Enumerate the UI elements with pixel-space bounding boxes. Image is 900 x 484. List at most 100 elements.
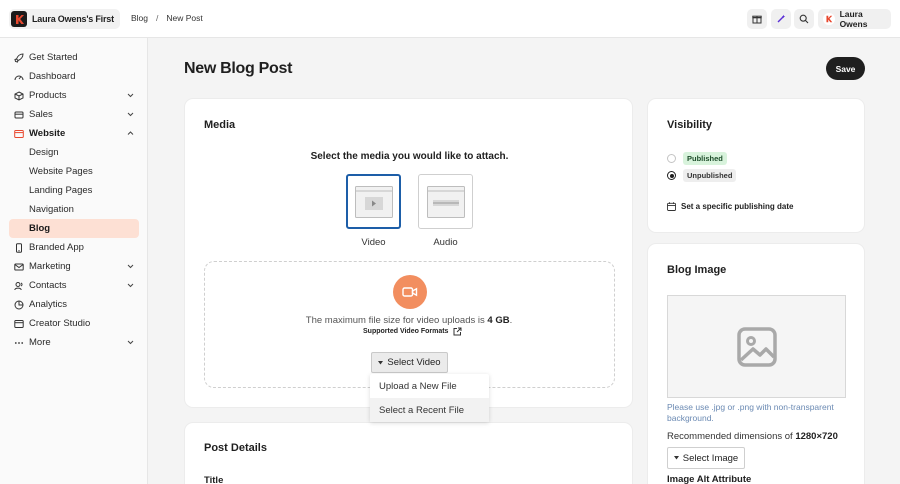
external-link-icon xyxy=(453,327,462,336)
sidebar-item-landing-pages[interactable]: Landing Pages xyxy=(9,181,139,200)
sidebar-item-dashboard[interactable]: Dashboard xyxy=(9,67,139,86)
chevron-down-icon xyxy=(127,93,134,98)
calendar-icon xyxy=(667,202,676,211)
max-size-suffix: . xyxy=(509,315,513,326)
sidebar-item-website[interactable]: Website xyxy=(9,124,139,143)
chevron-down-icon xyxy=(127,340,134,345)
brand-name: Laura Owens's First xyxy=(32,14,114,24)
top-bar: Laura Owens's First Blog / New Post Laur… xyxy=(0,0,900,38)
mail-icon xyxy=(14,262,24,272)
select-image-button[interactable]: Select Image xyxy=(667,447,745,469)
post-details-card: Post Details Title xyxy=(184,422,633,484)
sidebar-item-blog[interactable]: Blog xyxy=(9,219,139,238)
sidebar-item-design[interactable]: Design xyxy=(9,143,139,162)
sidebar-item-label: Branded App xyxy=(29,242,84,253)
video-dropzone[interactable]: The maximum file size for video uploads … xyxy=(204,261,615,388)
search-button[interactable] xyxy=(794,9,814,29)
blog-image-title: Blog Image xyxy=(667,264,727,276)
sidebar-item-label: Navigation xyxy=(29,204,74,215)
video-type-option[interactable] xyxy=(346,174,401,229)
sidebar-item-sales[interactable]: Sales xyxy=(9,105,139,124)
max-file-size-text: The maximum file size for video uploads … xyxy=(205,315,613,326)
recommended-dimensions: Recommended dimensions of 1280×720 xyxy=(667,431,838,442)
save-button[interactable]: Save xyxy=(826,57,865,80)
magic-wand-button[interactable] xyxy=(771,9,791,29)
sidebar-item-label: Blog xyxy=(29,223,51,234)
post-details-title: Post Details xyxy=(204,442,267,454)
dashboard-icon xyxy=(14,72,24,82)
user-name: Laura Owens xyxy=(839,9,868,29)
video-window-icon xyxy=(354,185,393,218)
box-icon xyxy=(14,90,24,101)
supported-formats-link[interactable]: Supported Video Formats xyxy=(363,327,462,336)
blog-image-card: Blog Image Please use .jpg or .png with … xyxy=(647,243,865,484)
sidebar-item-label: Website xyxy=(29,128,66,139)
sidebar-item-branded-app[interactable]: Branded App xyxy=(9,238,139,257)
published-badge: Published xyxy=(683,152,727,165)
sidebar-item-label: Get Started xyxy=(29,52,78,63)
sidebar: Get Started Dashboard Products Sales Web… xyxy=(0,38,148,484)
user-logo-icon xyxy=(826,15,833,23)
breadcrumb-separator: / xyxy=(156,13,159,23)
visibility-title: Visibility xyxy=(667,119,713,131)
audio-type-option[interactable] xyxy=(418,174,473,229)
set-publishing-date-link[interactable]: Set a specific publishing date xyxy=(667,202,793,211)
supported-formats-label: Supported Video Formats xyxy=(363,328,449,335)
website-icon xyxy=(14,129,24,139)
visibility-card: Visibility Published Unpublished Set a s… xyxy=(647,98,865,233)
breadcrumb-blog-link[interactable]: Blog xyxy=(131,13,148,23)
max-size-value: 4 GB xyxy=(487,315,510,326)
phone-icon xyxy=(14,242,24,253)
select-video-button[interactable]: Select Video xyxy=(371,352,448,373)
video-type-label: Video xyxy=(361,237,386,248)
image-placeholder-icon xyxy=(736,326,777,367)
sidebar-item-marketing[interactable]: Marketing xyxy=(9,257,139,276)
media-card: Media Select the media you would like to… xyxy=(184,98,633,408)
brand-switcher[interactable]: Laura Owens's First xyxy=(9,9,120,29)
gift-button[interactable] xyxy=(747,9,767,29)
sidebar-item-analytics[interactable]: Analytics xyxy=(9,295,139,314)
blog-image-placeholder[interactable] xyxy=(667,295,846,398)
unpublished-radio[interactable] xyxy=(667,171,676,180)
brand-logo-icon xyxy=(11,11,27,27)
sidebar-item-label: Dashboard xyxy=(29,71,76,82)
sales-icon xyxy=(14,110,24,120)
sidebar-item-label: Contacts xyxy=(29,280,67,291)
published-radio[interactable] xyxy=(667,154,676,163)
caret-down-icon xyxy=(378,360,384,364)
user-menu-button[interactable]: Laura Owens xyxy=(818,9,891,29)
page-title: New Blog Post xyxy=(184,60,293,77)
breadcrumb-current: New Post xyxy=(166,13,203,23)
unpublished-badge: Unpublished xyxy=(683,169,737,182)
breadcrumb: Blog / New Post xyxy=(131,13,203,23)
menu-item-select-recent-file[interactable]: Select a Recent File xyxy=(370,398,489,422)
sidebar-item-website-pages[interactable]: Website Pages xyxy=(9,162,139,181)
sidebar-item-creator-studio[interactable]: Creator Studio xyxy=(9,314,139,333)
sidebar-item-more[interactable]: More xyxy=(9,333,139,352)
image-format-hint: Please use .jpg or .png with non-transpa… xyxy=(667,402,834,424)
rocket-icon xyxy=(14,52,24,63)
caret-down-icon xyxy=(673,456,679,460)
recommended-prefix: Recommended dimensions of xyxy=(667,431,793,442)
sidebar-item-get-started[interactable]: Get Started xyxy=(9,48,139,67)
title-field-label: Title xyxy=(204,475,224,484)
sidebar-item-navigation[interactable]: Navigation xyxy=(9,200,139,219)
image-alt-label: Image Alt Attribute xyxy=(667,474,752,484)
sidebar-item-label: Products xyxy=(29,90,67,101)
contacts-icon xyxy=(14,281,24,291)
gift-icon xyxy=(752,15,762,24)
chevron-up-icon xyxy=(127,131,134,135)
menu-item-upload-new-file[interactable]: Upload a New File xyxy=(370,374,489,398)
sidebar-item-products[interactable]: Products xyxy=(9,86,139,105)
sidebar-item-contacts[interactable]: Contacts xyxy=(9,276,139,295)
select-video-menu: Upload a New File Select a Recent File xyxy=(370,374,489,422)
audio-window-icon xyxy=(426,185,465,218)
sidebar-item-label: Marketing xyxy=(29,261,71,272)
select-image-label: Select Image xyxy=(682,452,739,464)
more-icon xyxy=(14,338,24,348)
sidebar-item-label: Analytics xyxy=(29,299,68,310)
select-video-label: Select Video xyxy=(387,357,441,368)
unpublished-option[interactable]: Unpublished xyxy=(667,169,737,182)
media-heading: Select the media you would like to attac… xyxy=(310,151,509,162)
published-option[interactable]: Published xyxy=(667,152,727,165)
